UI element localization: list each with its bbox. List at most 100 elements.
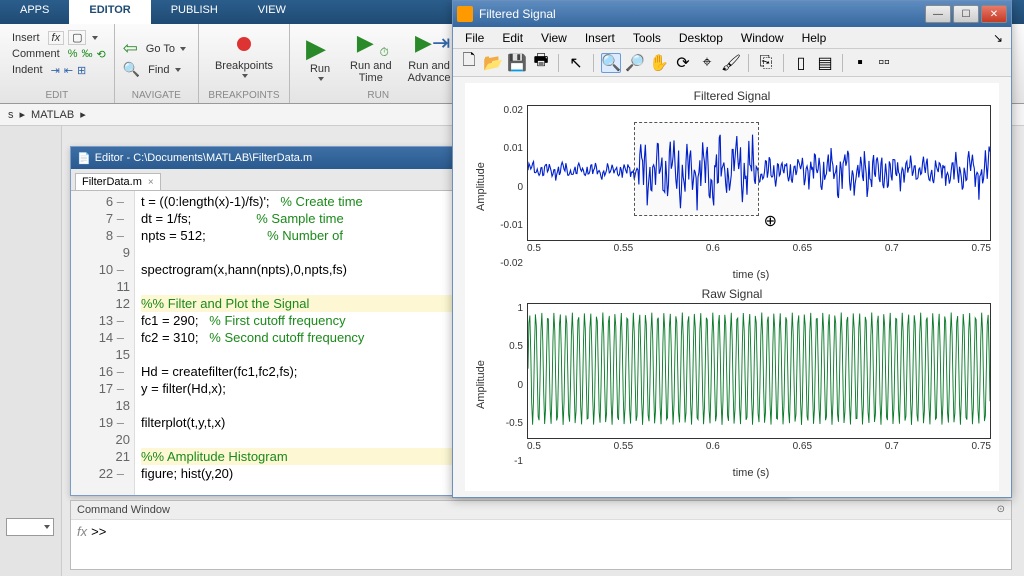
save-icon[interactable]: 💾 <box>507 53 527 73</box>
figure-menu-window[interactable]: Window <box>733 29 792 47</box>
sidebar-dropdown[interactable] <box>6 518 54 536</box>
show-tools-icon[interactable]: ▫▫ <box>874 53 894 73</box>
editor-doc-icon: 📄 <box>77 152 91 165</box>
fx-prompt-icon[interactable]: fx <box>77 524 87 539</box>
separator <box>783 54 784 72</box>
ts-group-edit: Insert fx ▢ Comment % ‰ ⟲ Indent ⇥ ⇤ ⊞ E… <box>0 24 115 103</box>
goto-arrow-icon: ⇦ <box>123 38 138 59</box>
run-advance-button[interactable]: ▶⇥ Run and Advance <box>400 26 459 88</box>
goto-button[interactable]: Go To <box>142 42 190 56</box>
colorbar-icon[interactable]: ▯ <box>791 53 811 73</box>
ribbon-tab-apps[interactable]: APPS <box>0 0 69 24</box>
smart-indent-icon[interactable]: ⊞ <box>77 64 86 77</box>
insert-button[interactable]: Insert <box>8 31 44 45</box>
indent-icon[interactable]: ⇥ <box>51 64 60 77</box>
minimize-button[interactable]: — <box>925 5 951 23</box>
plot2-canvas[interactable] <box>527 303 991 439</box>
close-tab-icon[interactable]: × <box>148 177 154 188</box>
figure-menu-help[interactable]: Help <box>794 29 835 47</box>
breakpoints-button[interactable]: Breakpoints <box>207 26 281 82</box>
ribbon-tab-publish[interactable]: PUBLISH <box>151 0 238 24</box>
run-time-button[interactable]: ▶⏱ Run and Time <box>342 26 400 88</box>
plot2-title: Raw Signal <box>473 285 991 303</box>
comment-icon[interactable]: % <box>68 48 78 60</box>
minimize-icon[interactable]: ⊙ <box>997 504 1005 516</box>
open-icon[interactable]: 📂 <box>483 53 503 73</box>
magnifier-cursor-icon: ⊕ <box>764 211 777 231</box>
figure-menu-edit[interactable]: Edit <box>494 29 531 47</box>
subplot-filtered: Filtered Signal Amplitude 0.020.010-0.01… <box>473 87 991 285</box>
left-sidebar <box>0 126 62 576</box>
ts-group-navigate-title: NAVIGATE <box>123 90 190 103</box>
pan-icon[interactable]: ✋ <box>649 53 669 73</box>
run-time-icon: ▶⏱ <box>357 30 385 58</box>
brush-icon[interactable]: 🖌 <box>721 53 741 73</box>
dock-icon[interactable]: ↘ <box>993 31 1007 45</box>
matlab-icon <box>457 6 473 22</box>
legend-icon[interactable]: ▤ <box>815 53 835 73</box>
wrap-comment-icon[interactable]: ⟲ <box>96 48 105 61</box>
rotate-icon[interactable]: ⟳ <box>673 53 693 73</box>
ts-group-run-title: RUN <box>298 90 458 103</box>
zoom-in-icon[interactable]: 🔍 <box>601 53 621 73</box>
section-icon[interactable]: ▢ <box>68 30 86 45</box>
find-button[interactable]: Find <box>144 63 184 77</box>
ts-group-breakpoints-title: BREAKPOINTS <box>207 90 281 103</box>
breakpoint-icon <box>230 30 258 58</box>
uncomment-icon[interactable]: ‰ <box>81 48 92 60</box>
print-icon[interactable]: 🖶 <box>531 53 551 73</box>
separator <box>842 54 843 72</box>
maximize-button[interactable]: ☐ <box>953 5 979 23</box>
figure-menu-insert[interactable]: Insert <box>577 29 623 47</box>
figure-menu-tools[interactable]: Tools <box>625 29 669 47</box>
plot1-line <box>528 106 990 235</box>
ts-group-edit-title: EDIT <box>8 90 106 103</box>
figure-toolbar: 🗋 📂 💾 🖶 ↖ 🔍 🔎 ✋ ⟳ ⌖ 🖌 ⎘ ▯ ▤ ▪ ▫▫ <box>453 49 1011 77</box>
plot1-yticks: 0.020.010-0.01-0.02 <box>489 105 523 269</box>
hide-tools-icon[interactable]: ▪ <box>850 53 870 73</box>
comment-button[interactable]: Comment <box>8 47 64 61</box>
figure-menu-view[interactable]: View <box>533 29 575 47</box>
plot1-title: Filtered Signal <box>473 87 991 105</box>
run-advance-icon: ▶⇥ <box>415 30 443 58</box>
insert-dropdown-icon[interactable] <box>92 36 98 40</box>
chevron-right-icon: ▸ <box>80 108 86 121</box>
chevron-right-icon: ▸ <box>20 108 26 121</box>
figure-titlebar[interactable]: Filtered Signal — ☐ ✕ <box>453 1 1011 27</box>
figure-menu-desktop[interactable]: Desktop <box>671 29 731 47</box>
run-icon: ▶ <box>306 33 334 61</box>
figure-title: Filtered Signal <box>479 7 556 21</box>
plot1-canvas[interactable]: ⊕ <box>527 105 991 241</box>
zoom-rectangle <box>634 122 759 216</box>
command-prompt[interactable]: >> <box>91 524 106 539</box>
editor-title-text: Editor - C:\Documents\MATLAB\FilterData.… <box>95 152 312 164</box>
new-figure-icon[interactable]: 🗋 <box>459 53 479 73</box>
find-icon: 🔍 <box>123 61 140 78</box>
outdent-icon[interactable]: ⇤ <box>64 64 73 77</box>
indent-button[interactable]: Indent <box>8 63 47 77</box>
figure-menu-file[interactable]: File <box>457 29 492 47</box>
separator <box>748 54 749 72</box>
pointer-icon[interactable]: ↖ <box>566 53 586 73</box>
command-window-title: Command Window ⊙ <box>71 501 1011 520</box>
run-button[interactable]: ▶ Run <box>298 26 342 88</box>
ribbon-tab-editor[interactable]: EDITOR <box>69 0 150 24</box>
plot-area: Filtered Signal Amplitude 0.020.010-0.01… <box>465 83 999 491</box>
breadcrumb-seg[interactable]: s <box>8 109 14 121</box>
ribbon-tab-view[interactable]: VIEW <box>238 0 306 24</box>
separator <box>558 54 559 72</box>
fx-icon[interactable]: fx <box>48 31 65 45</box>
gutter: 6 –7 –8 –9 10 –11 12 13 –14 –15 16 –17 –… <box>71 191 135 495</box>
ts-group-run: ▶ Run ▶⏱ Run and Time ▶⇥ Run and Advance… <box>290 24 467 103</box>
command-window: Command Window ⊙ fx >> <box>70 500 1012 570</box>
zoom-out-icon[interactable]: 🔎 <box>625 53 645 73</box>
plot2-yticks: 10.50-0.5-1 <box>489 303 523 467</box>
file-tab[interactable]: FilterData.m × <box>75 173 161 190</box>
separator <box>593 54 594 72</box>
breadcrumb-seg[interactable]: MATLAB <box>31 109 74 121</box>
figure-body: Filtered Signal Amplitude 0.020.010-0.01… <box>453 77 1011 497</box>
ts-group-navigate: ⇦ Go To 🔍 Find NAVIGATE <box>115 24 199 103</box>
link-icon[interactable]: ⎘ <box>756 53 776 73</box>
datacursor-icon[interactable]: ⌖ <box>697 53 717 73</box>
close-button[interactable]: ✕ <box>981 5 1007 23</box>
